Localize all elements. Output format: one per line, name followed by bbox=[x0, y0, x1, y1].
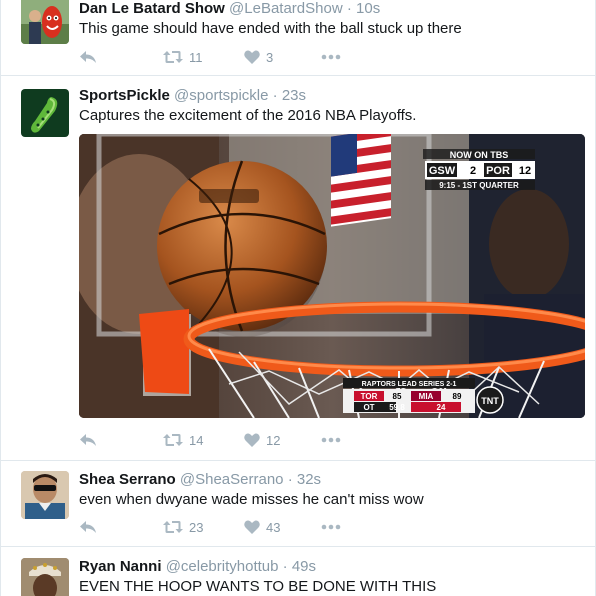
tnt-score2: 89 bbox=[453, 392, 462, 401]
separator: · bbox=[272, 87, 278, 104]
timestamp[interactable]: 32s bbox=[297, 471, 321, 488]
tweet-header: Dan Le Batard Show @LeBatardShow · 10s bbox=[79, 0, 380, 17]
retweet-count: 14 bbox=[189, 432, 204, 448]
separator: · bbox=[346, 0, 352, 17]
like-button[interactable]: 3 bbox=[244, 47, 273, 67]
retweet-count: 11 bbox=[189, 49, 203, 65]
pickle-logo-icon bbox=[21, 89, 69, 137]
tweet-text: Captures the excitement of the 2016 NBA … bbox=[79, 107, 417, 124]
tnt-shot-clock: 24 bbox=[437, 403, 446, 412]
retweet-button[interactable]: 14 bbox=[163, 430, 203, 450]
tweet-actions: 23 43 bbox=[79, 517, 379, 537]
basketball-hoop-photo: NOW ON TBS GSW 2 POR 12 9:15 - 1ST QUART… bbox=[79, 134, 585, 418]
more-button[interactable] bbox=[321, 430, 341, 450]
heart-icon bbox=[244, 50, 260, 64]
tweet-text: This game should have ended with the bal… bbox=[79, 20, 462, 37]
avatar-image bbox=[21, 471, 69, 519]
tnt-score1: 85 bbox=[393, 392, 402, 401]
tbs-score1: 2 bbox=[470, 165, 476, 177]
display-name[interactable]: Shea Serrano bbox=[79, 471, 176, 488]
reply-icon bbox=[80, 51, 96, 63]
tweet-actions: 11 3 bbox=[79, 47, 379, 67]
tnt-clock: 59.8 bbox=[389, 403, 405, 412]
tweet[interactable]: Shea Serrano @SheaSerrano · 32s even whe… bbox=[1, 461, 595, 547]
avatar[interactable] bbox=[21, 89, 69, 137]
tweet-media-photo[interactable]: NOW ON TBS GSW 2 POR 12 9:15 - 1ST QUART… bbox=[79, 134, 585, 418]
avatar[interactable] bbox=[21, 558, 69, 596]
american-flag bbox=[331, 134, 391, 227]
tweet-header: Shea Serrano @SheaSerrano · 32s bbox=[79, 471, 321, 488]
timestamp[interactable]: 49s bbox=[292, 558, 316, 575]
timestamp[interactable]: 23s bbox=[282, 87, 306, 104]
tbs-status: 9:15 - 1ST QUARTER bbox=[439, 181, 519, 190]
retweet-icon bbox=[163, 521, 183, 533]
avatar[interactable] bbox=[21, 471, 69, 519]
display-name[interactable]: Ryan Nanni bbox=[79, 558, 162, 575]
tweet[interactable]: Dan Le Batard Show @LeBatardShow · 10s T… bbox=[1, 0, 595, 76]
more-button[interactable] bbox=[321, 517, 341, 537]
retweet-button[interactable]: 23 bbox=[163, 517, 203, 537]
tbs-team2: POR bbox=[486, 165, 510, 177]
username[interactable]: @SheaSerrano bbox=[180, 471, 284, 488]
reply-icon bbox=[80, 521, 96, 533]
tbs-score2: 12 bbox=[519, 165, 531, 177]
tweet[interactable]: SportsPickle @sportspickle · 23s Capture… bbox=[1, 76, 595, 461]
tweet-header: Ryan Nanni @celebrityhottub · 49s bbox=[79, 558, 316, 575]
retweet-icon bbox=[163, 434, 183, 446]
more-icon bbox=[321, 437, 341, 443]
reply-button[interactable] bbox=[79, 47, 97, 67]
tweet-text: even when dwyane wade misses he can't mi… bbox=[79, 491, 424, 508]
tnt-team2: MIA bbox=[419, 392, 434, 401]
retweet-count: 23 bbox=[189, 519, 204, 535]
tnt-logo: TNT bbox=[481, 396, 499, 406]
separator: · bbox=[287, 471, 293, 488]
retweet-button[interactable]: 11 bbox=[163, 47, 203, 67]
tnt-header: RAPTORS LEAD SERIES 2-1 bbox=[362, 381, 457, 388]
display-name[interactable]: Dan Le Batard Show bbox=[79, 0, 225, 17]
reply-icon bbox=[80, 434, 96, 446]
heart-icon bbox=[244, 433, 260, 447]
tnt-period: OT bbox=[363, 403, 374, 412]
display-name[interactable]: SportsPickle bbox=[79, 87, 170, 104]
tweet[interactable]: Ryan Nanni @celebrityhottub · 49s EVEN T… bbox=[1, 547, 595, 596]
tweet-header: SportsPickle @sportspickle · 23s bbox=[79, 87, 306, 104]
username[interactable]: @sportspickle bbox=[174, 87, 268, 104]
tbs-header: NOW ON TBS bbox=[450, 150, 509, 160]
heart-icon bbox=[244, 520, 260, 534]
tbs-scorebug: NOW ON TBS GSW 2 POR 12 9:15 - 1ST QUART… bbox=[423, 149, 535, 190]
tweet-text: EVEN THE HOOP WANTS TO BE DONE WITH THIS bbox=[79, 578, 437, 595]
like-count: 12 bbox=[266, 432, 281, 448]
avatar-image bbox=[21, 558, 69, 596]
reply-button[interactable] bbox=[79, 430, 97, 450]
tbs-team1: GSW bbox=[429, 165, 456, 177]
like-button[interactable]: 43 bbox=[244, 517, 280, 537]
avatar[interactable] bbox=[21, 0, 69, 44]
timestamp[interactable]: 10s bbox=[356, 0, 380, 17]
like-count: 43 bbox=[266, 519, 281, 535]
more-button[interactable] bbox=[321, 47, 341, 67]
username[interactable]: @LeBatardShow bbox=[229, 0, 343, 17]
separator: · bbox=[282, 558, 288, 575]
like-button[interactable]: 12 bbox=[244, 430, 280, 450]
more-icon bbox=[321, 524, 341, 530]
tweet-actions: 14 12 bbox=[79, 430, 379, 450]
retweet-icon bbox=[163, 51, 183, 63]
username[interactable]: @celebrityhottub bbox=[166, 558, 279, 575]
more-icon bbox=[321, 54, 341, 60]
tweet-timeline: Dan Le Batard Show @LeBatardShow · 10s T… bbox=[0, 0, 596, 596]
reply-button[interactable] bbox=[79, 517, 97, 537]
like-count: 3 bbox=[266, 49, 274, 65]
tnt-team1: TOR bbox=[361, 392, 378, 401]
avatar-image bbox=[21, 0, 69, 44]
